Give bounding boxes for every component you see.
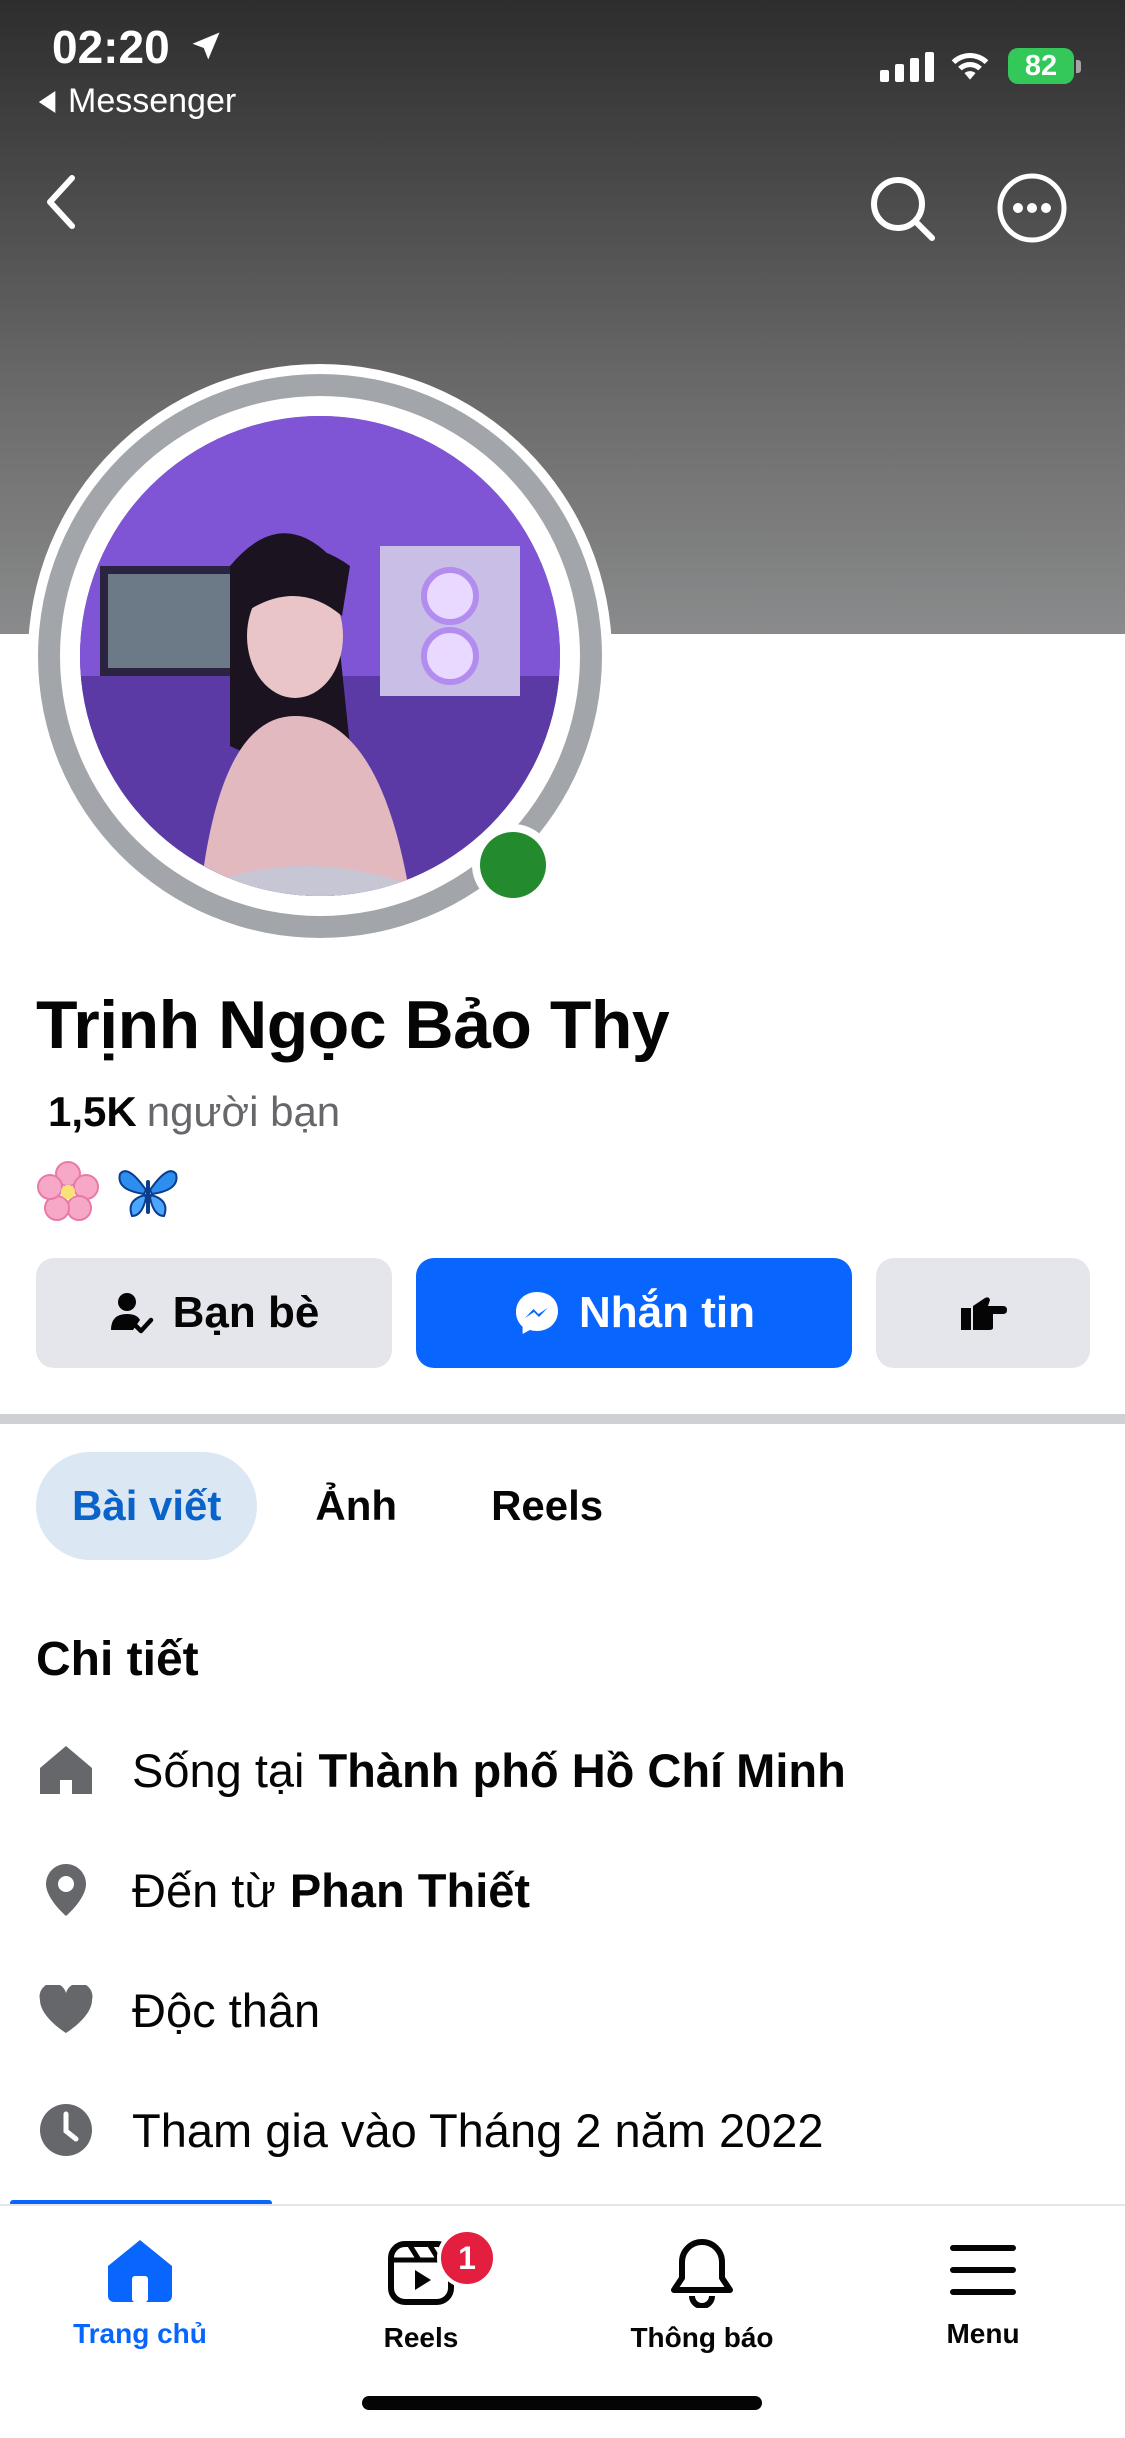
friend-count-label: người bạn	[146, 1088, 341, 1135]
home-icon	[36, 1740, 96, 1800]
message-button-label: Nhắn tin	[579, 1288, 755, 1337]
home-icon	[108, 2240, 172, 2302]
clock-icon	[36, 2100, 96, 2160]
detail-from: Đến từ Phan Thiết	[36, 1860, 530, 1920]
location-arrow-icon	[192, 32, 220, 60]
nav-home[interactable]: Trang chủ	[30, 2236, 250, 2350]
location-pin-icon	[36, 1860, 96, 1920]
poke-button[interactable]	[876, 1258, 1090, 1368]
back-to-app-link[interactable]: Messenger	[38, 82, 236, 121]
detail-from-value[interactable]: Phan Thiết	[290, 1863, 530, 1918]
battery-cap	[1076, 60, 1081, 73]
nav-menu-label: Menu	[946, 2318, 1020, 2349]
detail-lives-in: Sống tại Thành phố Hồ Chí Minh	[36, 1740, 846, 1800]
home-indicator[interactable]	[362, 2396, 762, 2410]
friends-button[interactable]: Bạn bè	[36, 1258, 392, 1368]
tab-photos[interactable]: Ảnh	[279, 1452, 433, 1560]
detail-lives-in-prefix: Sống tại	[132, 1743, 305, 1797]
reels-badge: 1	[437, 2228, 497, 2288]
detail-relationship-text: Độc thân	[132, 1983, 321, 2037]
detail-from-prefix: Đến từ	[132, 1863, 276, 1917]
butterfly-icon	[118, 1170, 178, 1218]
wifi-icon	[951, 53, 989, 80]
cherry-blossom-icon	[37, 1161, 99, 1221]
details-title: Chi tiết	[36, 1633, 199, 1686]
profile-emoji-row	[36, 1160, 180, 1224]
menu-icon	[950, 2245, 1016, 2295]
friends-button-label: Bạn bè	[172, 1288, 320, 1337]
back-arrow-icon[interactable]	[46, 174, 76, 230]
detail-joined-text: Tham gia vào Tháng 2 năm 2022	[132, 2103, 824, 2157]
battery-level: 82	[1024, 49, 1058, 82]
profile-tabs: Bài viết Ảnh Reels	[36, 1452, 661, 1560]
nav-reels[interactable]: 1 Reels	[311, 2228, 531, 2354]
nav-notifications-label: Thông báo	[630, 2322, 774, 2353]
tab-reels[interactable]: Reels	[455, 1452, 639, 1560]
status-bar: 02:20 Messenger 82	[0, 0, 1125, 120]
back-app-label: Messenger	[68, 82, 237, 120]
pointing-hand-icon	[961, 1297, 1007, 1330]
avatar-photo	[80, 416, 560, 896]
nav-notifications[interactable]: Thông báo	[592, 2236, 812, 2354]
search-icon[interactable]	[866, 172, 938, 244]
battery-indicator: 82	[1008, 48, 1074, 84]
friend-check-icon	[110, 1293, 153, 1334]
back-triangle-icon	[38, 90, 56, 113]
message-button[interactable]: Nhắn tin	[416, 1258, 852, 1368]
friend-count[interactable]: 1,5K người bạn	[48, 1088, 340, 1136]
more-options-icon[interactable]	[996, 172, 1068, 244]
avatar-illustration	[80, 416, 560, 896]
bell-icon	[671, 2239, 733, 2308]
heart-icon	[36, 1980, 96, 2040]
nav-home-label: Trang chủ	[73, 2318, 207, 2349]
detail-joined: Tham gia vào Tháng 2 năm 2022	[36, 2100, 824, 2160]
friend-count-value: 1,5K	[48, 1088, 137, 1135]
nav-reels-label: Reels	[383, 2322, 459, 2353]
status-time: 02:20	[52, 21, 170, 73]
section-divider	[0, 1414, 1125, 1424]
profile-name: Trịnh Ngọc Bảo Thy	[36, 987, 670, 1063]
tab-posts[interactable]: Bài viết	[36, 1452, 258, 1560]
messenger-icon	[516, 1292, 558, 1334]
detail-lives-in-value[interactable]: Thành phố Hồ Chí Minh	[318, 1743, 845, 1798]
cellular-signal-icon	[880, 52, 934, 82]
nav-menu[interactable]: Menu	[873, 2236, 1093, 2350]
detail-relationship: Độc thân	[36, 1980, 320, 2040]
online-status-dot	[472, 824, 554, 906]
